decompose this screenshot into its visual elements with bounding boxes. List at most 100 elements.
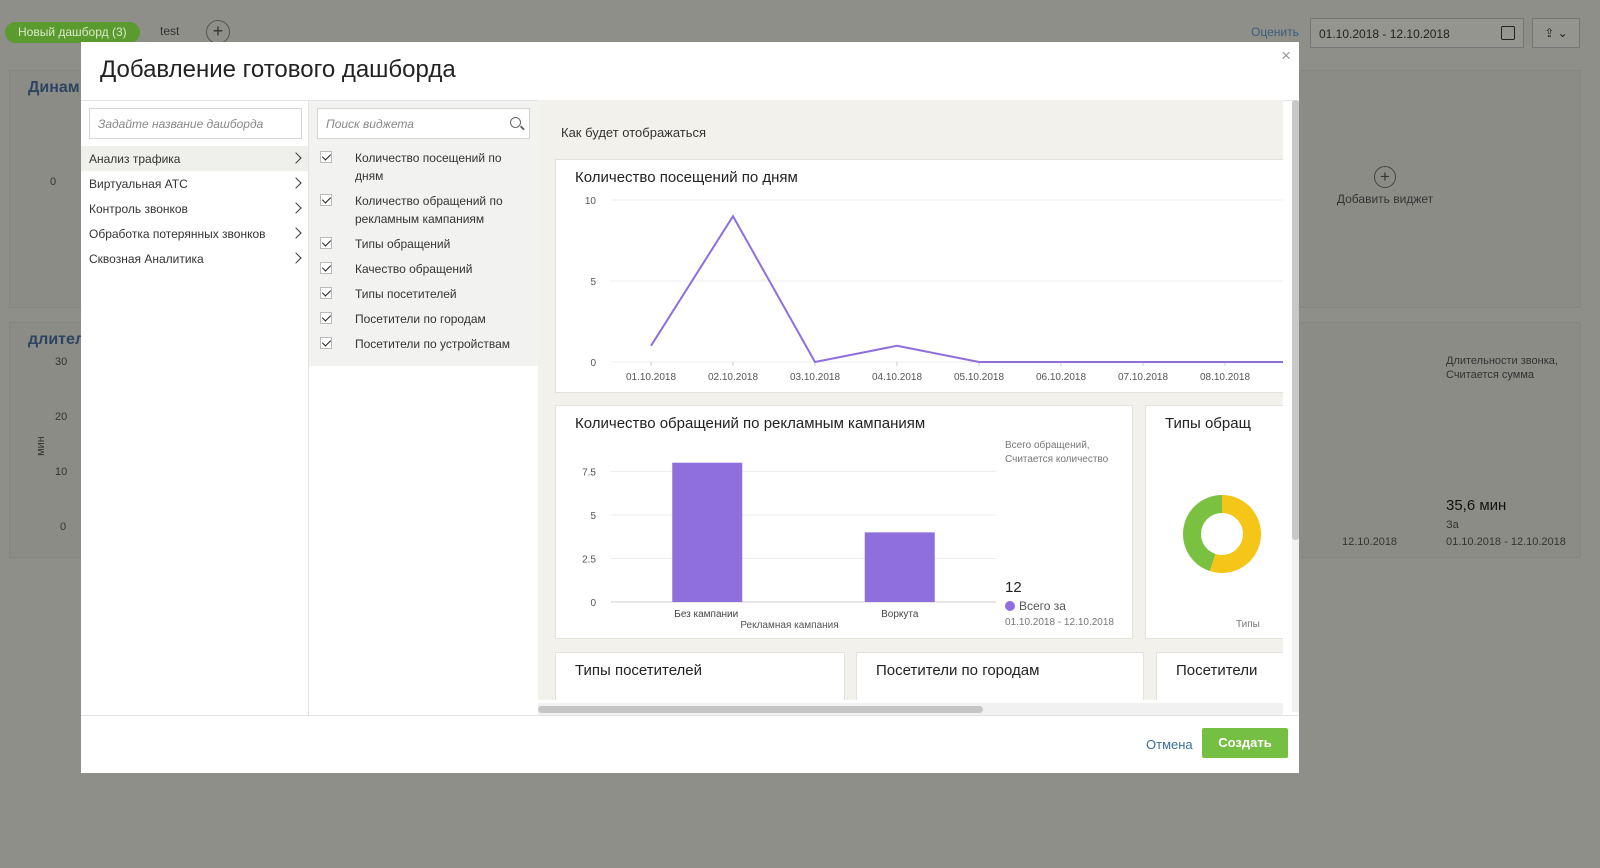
checkbox-checked[interactable] — [320, 194, 332, 206]
category-item-pbx[interactable]: Виртуальная АТС — [81, 171, 308, 196]
widget-label: Количество обращений по рекламным кампан… — [355, 194, 503, 226]
donut-caption: Типы — [1236, 619, 1260, 630]
widget-item[interactable]: Качество обращений — [309, 260, 538, 280]
y-tick-label: 5 — [590, 511, 596, 522]
search-icon — [510, 117, 521, 128]
date-range-value: 01.10.2018 - 12.10.2018 — [1319, 27, 1450, 41]
card-title: Типы посетителей — [575, 662, 703, 679]
scroll-thumb[interactable] — [538, 706, 983, 713]
category-item-analytics[interactable]: Сквозная Аналитика — [81, 246, 308, 271]
x-tick-label: 05.10.2018 — [954, 372, 1004, 383]
bg-ytick: 30 — [55, 356, 68, 368]
preview-label: Как будет отображаться — [561, 125, 707, 140]
x-tick-label: 07.10.2018 — [1118, 372, 1168, 383]
chevron-right-icon — [290, 202, 302, 214]
category-item-call-control[interactable]: Контроль звонков — [81, 196, 308, 221]
series-line — [650, 214, 1283, 364]
widget-item[interactable]: Количество посещений по дням — [309, 149, 538, 187]
x-tick-label: Воркута — [881, 609, 919, 620]
bg-ytick: 10 — [55, 466, 68, 478]
modal-title: Добавление готового дашборда — [100, 56, 456, 83]
tab-new-dashboard[interactable]: Новый дашборд (3) — [5, 22, 140, 43]
scroll-thumb[interactable] — [1292, 100, 1299, 540]
category-item-traffic[interactable]: Анализ трафика — [81, 146, 308, 171]
widget-card-visitor-types: Типы посетителей — [555, 652, 845, 700]
widget-search-input[interactable]: Поиск виджета — [317, 108, 530, 139]
campaign-total: 12 — [1005, 579, 1022, 596]
add-dashboard-modal: Добавление готового дашборда × Задайте н… — [81, 42, 1299, 773]
legend-dot — [1005, 601, 1015, 611]
cancel-button[interactable]: Отмена — [1146, 737, 1193, 752]
bar — [864, 532, 935, 602]
chevron-right-icon — [290, 152, 302, 164]
checkbox-checked[interactable] — [320, 337, 332, 349]
card-title: Посетители — [1176, 662, 1258, 679]
widget-item[interactable]: Посетители по городам — [309, 310, 538, 330]
x-tick-label: 01.10.2018 — [626, 372, 676, 383]
dashboard-name-input[interactable]: Задайте название дашборда — [89, 108, 302, 139]
add-widget-button[interactable]: + Добавить виджет — [1335, 166, 1435, 206]
checkbox-checked[interactable] — [320, 151, 332, 163]
widget-item[interactable]: Типы посетителей — [309, 285, 538, 305]
create-button[interactable]: Создать — [1202, 728, 1288, 758]
widget-item[interactable]: Количество обращений по рекламным кампан… — [309, 192, 538, 230]
export-icon: ⇪ ⌄ — [1544, 26, 1568, 40]
date-range-input[interactable]: 01.10.2018 - 12.10.2018 — [1310, 18, 1524, 48]
x-tick-label: 02.10.2018 — [708, 372, 758, 383]
visits-line-chart: 0 5 10 01.10.2018 02.10.2018 03.10.2018 04.10.… — [585, 196, 1283, 383]
add-tab-button[interactable]: + — [206, 20, 230, 44]
checkbox-checked[interactable] — [320, 237, 332, 249]
bar — [672, 462, 743, 602]
bg-legend-text: Длительности звонка, Считается сумма — [1446, 355, 1558, 381]
widget-label: Посетители по устройствам — [355, 337, 511, 351]
chevron-right-icon — [290, 227, 302, 239]
rate-link[interactable]: Оценить — [1251, 25, 1299, 39]
card-title: Посетители по городам — [876, 662, 1040, 679]
plus-icon: + — [1374, 166, 1396, 188]
y-tick-label: 2.5 — [582, 554, 596, 565]
y-tick-label: 0 — [590, 358, 596, 369]
close-icon[interactable]: × — [1281, 46, 1291, 66]
bg-ytick: 20 — [55, 411, 68, 423]
bg-ytick: 0 — [60, 521, 67, 533]
add-widget-label: Добавить виджет — [1336, 192, 1434, 206]
bg-period-label: За — [1446, 519, 1459, 531]
bg-ylabel: мин — [34, 436, 47, 456]
checkbox-checked[interactable] — [320, 287, 332, 299]
chevron-right-icon — [290, 177, 302, 189]
y-tick-label: 0 — [590, 598, 596, 609]
preview-horizontal-scrollbar[interactable] — [538, 703, 1283, 715]
widget-card-devices: Посетители — [1156, 652, 1283, 700]
bg-xtick: 12.10.2018 — [1342, 536, 1398, 548]
x-tick-label: Без кампании — [674, 609, 738, 620]
widget-item[interactable]: Посетители по устройствам — [309, 335, 538, 355]
calendar-icon — [1501, 26, 1515, 40]
campaign-total-row: Всего за — [1005, 599, 1066, 613]
types-donut-chart — [1183, 495, 1261, 573]
widget-card-cities: Посетители по городам — [856, 652, 1144, 700]
x-tick-label: 08.10.2018 — [1200, 372, 1250, 383]
dashboard-preview: Как будет отображаться Количество посеще… — [538, 100, 1283, 700]
widget-item[interactable]: Типы обращений — [309, 235, 538, 255]
chevron-right-icon — [290, 252, 302, 264]
preview-vertical-scrollbar[interactable] — [1292, 100, 1299, 712]
checkbox-checked[interactable] — [320, 312, 332, 324]
search-placeholder: Поиск виджета — [326, 117, 414, 131]
checkbox-checked[interactable] — [320, 262, 332, 274]
widget-card-types: Типы обращ Типы — [1145, 405, 1283, 639]
bg-panel1-ytick: 0 — [50, 176, 57, 188]
x-tick-label: 03.10.2018 — [790, 372, 840, 383]
export-button[interactable]: ⇪ ⌄ — [1532, 18, 1580, 48]
category-item-missed-calls[interactable]: Обработка потерянных звонков — [81, 221, 308, 246]
bg-panel1-title: Динам — [28, 79, 80, 96]
y-tick-label: 5 — [590, 277, 596, 288]
x-axis-label: Рекламная кампания — [740, 620, 838, 631]
x-tick-label: 04.10.2018 — [872, 372, 922, 383]
category-label: Сквозная Аналитика — [89, 252, 204, 266]
widget-card-visits: Количество посещений по дням 0 5 10 01.10.2… — [555, 159, 1283, 393]
category-label: Анализ трафика — [89, 152, 181, 166]
tab-test[interactable]: test — [160, 24, 179, 38]
category-label: Обработка потерянных звонков — [89, 227, 266, 241]
bg-panel2-title: длител — [28, 331, 86, 348]
widget-label: Посетители по городам — [355, 312, 486, 326]
